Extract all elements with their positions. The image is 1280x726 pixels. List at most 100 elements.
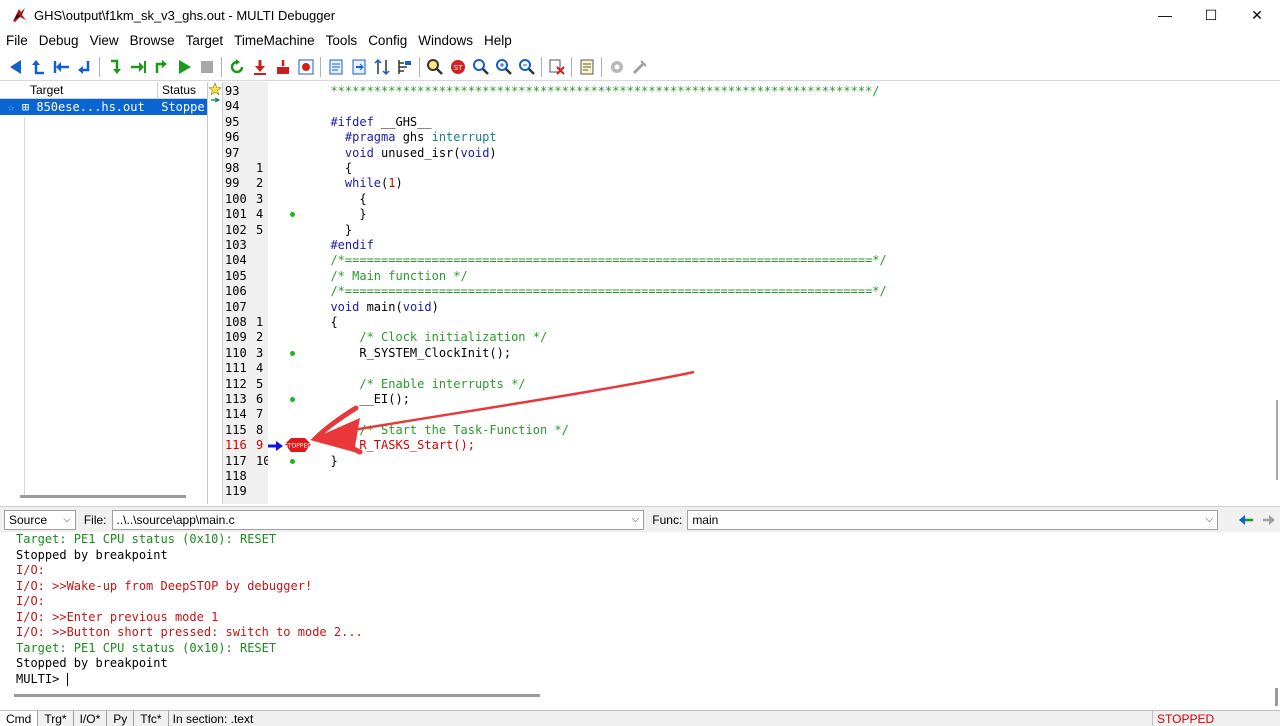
file-select[interactable]: ..\..\source\app\main.c ⌵: [111, 509, 645, 530]
source-line[interactable]: {: [316, 315, 337, 330]
tools-icon[interactable]: [628, 55, 651, 78]
source-line[interactable]: R_SYSTEM_ClockInit();: [316, 346, 511, 361]
source-line[interactable]: {: [316, 161, 352, 176]
line-number-row[interactable]: 94: [223, 99, 269, 114]
line-number-row[interactable]: 95: [223, 115, 269, 130]
target-name[interactable]: ⊞ 850ese...hs.out: [22, 99, 157, 115]
command-pane[interactable]: Target: PE1 CPU status (0x10): RESET Stop…: [0, 532, 1280, 708]
reset-icon[interactable]: [294, 55, 317, 78]
breakpoint-slot-dot[interactable]: [290, 397, 295, 402]
tab-io[interactable]: I/O*: [74, 710, 108, 726]
menu-file[interactable]: File: [2, 30, 33, 52]
source-line[interactable]: while(1): [316, 176, 403, 191]
nav-back-icon[interactable]: [1234, 508, 1257, 531]
source-line[interactable]: /*======================================…: [316, 284, 886, 299]
zoom-out-icon[interactable]: [515, 55, 538, 78]
menu-view[interactable]: View: [86, 30, 124, 52]
source-line[interactable]: void unused_isr(void): [316, 146, 497, 161]
back-icon[interactable]: [4, 55, 27, 78]
line-number-row[interactable]: 115 8: [223, 423, 269, 438]
tab-tfc[interactable]: Tfc*: [134, 710, 169, 726]
close-button[interactable]: ✕: [1234, 0, 1280, 30]
menu-target[interactable]: Target: [182, 30, 229, 52]
breakpoint-slot-dot[interactable]: [290, 458, 295, 464]
menu-help[interactable]: Help: [480, 30, 517, 52]
step-into-icon[interactable]: [103, 55, 126, 78]
up-stack-icon[interactable]: [27, 55, 50, 78]
target-hscrollbar[interactable]: [20, 495, 186, 498]
step-over-icon[interactable]: [126, 55, 149, 78]
menu-tools[interactable]: Tools: [322, 30, 363, 52]
maximize-button[interactable]: ☐: [1188, 0, 1234, 30]
line-number-row[interactable]: 100 3: [223, 192, 269, 207]
line-number-row[interactable]: 104: [223, 253, 269, 268]
favorite-star-icon[interactable]: [208, 82, 222, 108]
source-line[interactable]: #endif: [316, 238, 373, 253]
source-gutter[interactable]: 93 94 95 96 97 98 1 99 2 100 3 101 4 102 5 103 104 105 106…: [222, 82, 270, 504]
tab-trg[interactable]: Trg*: [38, 710, 74, 726]
line-number-row[interactable]: 101 4: [223, 207, 269, 222]
line-number-row[interactable]: 99 2: [223, 176, 269, 191]
source-line[interactable]: {: [316, 192, 366, 207]
source-line[interactable]: }: [316, 454, 337, 469]
nav-forward-icon[interactable]: [1257, 508, 1280, 531]
status-column-header[interactable]: Status: [158, 82, 196, 98]
settings-gear-icon[interactable]: [605, 55, 628, 78]
line-number-row[interactable]: 93: [223, 84, 269, 99]
search-icon[interactable]: [423, 55, 446, 78]
source-line[interactable]: R_TASKS_Start();: [316, 438, 475, 453]
clear-breakpoints-icon[interactable]: [545, 55, 568, 78]
data-explorer-icon[interactable]: [370, 55, 393, 78]
tab-py[interactable]: Py: [107, 710, 135, 726]
memory-view-icon[interactable]: [324, 55, 347, 78]
breakpoint-slot-dot[interactable]: [290, 350, 295, 356]
source-line[interactable]: #ifdef __GHS__: [316, 115, 431, 130]
zoom-m-icon[interactable]: [469, 55, 492, 78]
source-line[interactable]: }: [316, 207, 366, 222]
step-out-icon[interactable]: [149, 55, 172, 78]
source-line[interactable]: /* Enable interrupts */: [316, 377, 525, 392]
breakpoint-slot-dot[interactable]: [290, 212, 295, 218]
menu-browse[interactable]: Browse: [126, 30, 180, 52]
return-back-icon[interactable]: [73, 55, 96, 78]
notes-icon[interactable]: [575, 55, 598, 78]
command-prompt[interactable]: MULTI>: [16, 672, 68, 688]
line-number-row[interactable]: 109 2: [223, 330, 269, 345]
source-code-pane[interactable]: ****************************************…: [268, 82, 1272, 504]
source-line[interactable]: /* Main function */: [316, 269, 467, 284]
line-number-row[interactable]: 97: [223, 146, 269, 161]
line-number-row[interactable]: 98 1: [223, 161, 269, 176]
flash-icon[interactable]: [271, 55, 294, 78]
target-row[interactable]: ☆ ⊞ 850ese...hs.out Stoppe: [0, 99, 207, 115]
halt-icon[interactable]: [195, 55, 218, 78]
stopped-breakpoint-icon[interactable]: STOPPED: [284, 437, 312, 453]
minimize-button[interactable]: —: [1142, 0, 1188, 30]
menu-timemachine[interactable]: TimeMachine: [230, 30, 320, 52]
line-number-row[interactable]: 118: [223, 469, 269, 484]
line-number-row[interactable]: 108 1: [223, 315, 269, 330]
source-line[interactable]: ****************************************…: [316, 84, 879, 99]
source-line[interactable]: /* Clock initialization */: [316, 330, 547, 345]
menu-config[interactable]: Config: [364, 30, 412, 52]
source-line[interactable]: /* Start the Task-Function */: [316, 423, 569, 438]
line-number-row[interactable]: 111 4: [223, 361, 269, 376]
line-number-row[interactable]: 96: [223, 130, 269, 145]
line-number-row[interactable]: 117 10: [223, 454, 270, 469]
line-number-row[interactable]: 116 9: [223, 438, 269, 453]
target-column-header[interactable]: Target: [0, 82, 158, 98]
source-line[interactable]: __EI();: [316, 392, 410, 407]
restart-icon[interactable]: [225, 55, 248, 78]
stop-search-icon[interactable]: ST: [446, 55, 469, 78]
call-stack-icon[interactable]: [393, 55, 416, 78]
source-line[interactable]: #pragma ghs interrupt: [316, 130, 497, 145]
view-mode-select[interactable]: Source ⌵: [4, 509, 76, 530]
line-number-row[interactable]: 103: [223, 238, 269, 253]
source-vscrollbar[interactable]: [1272, 82, 1280, 504]
tab-cmd[interactable]: Cmd: [0, 710, 39, 726]
line-number-row[interactable]: 102 5: [223, 223, 269, 238]
line-number-row[interactable]: 105: [223, 269, 269, 284]
menu-debug[interactable]: Debug: [35, 30, 84, 52]
zoom-in-icon[interactable]: [492, 55, 515, 78]
line-number-row[interactable]: 114 7: [223, 407, 269, 422]
cmd-vscrollbar[interactable]: [1275, 688, 1278, 706]
